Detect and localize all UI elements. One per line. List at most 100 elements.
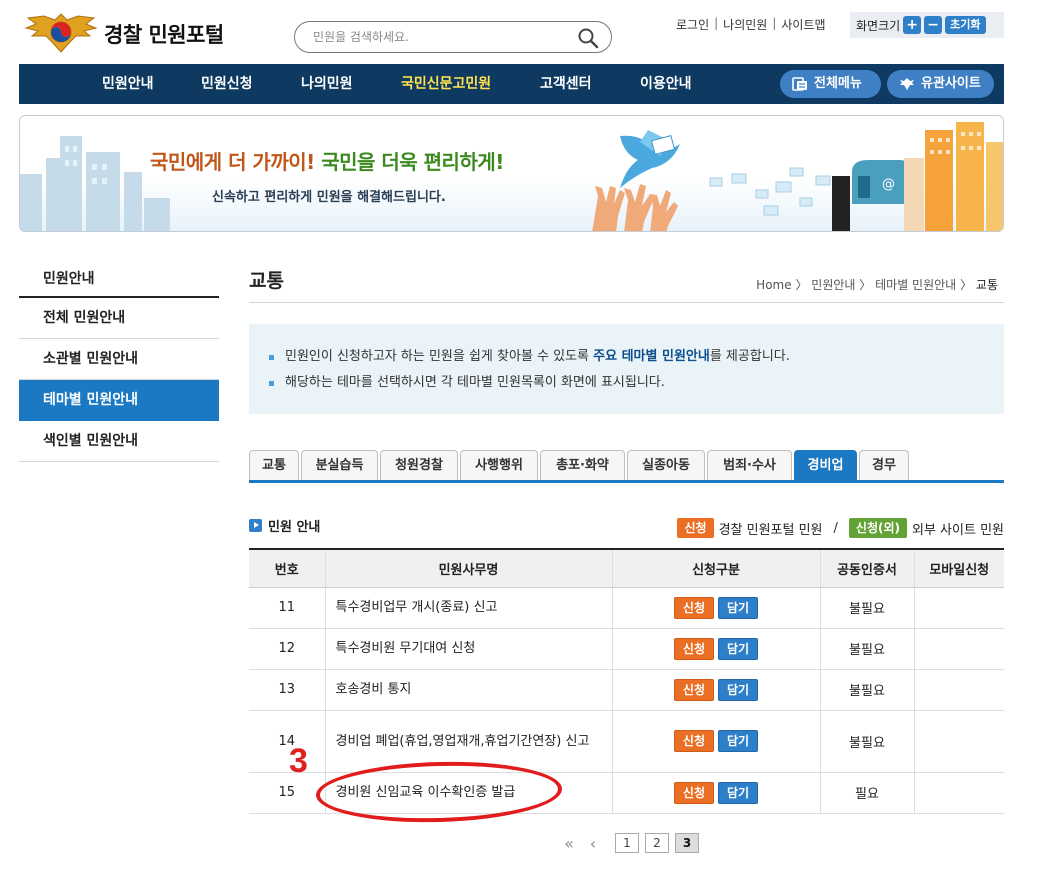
font-increase-button[interactable]: + [903, 16, 922, 34]
table-row: 12 특수경비원 무기대여 신청 신청 담기 불필요 [249, 628, 1004, 670]
info-line: 민원인이 신청하고자 하는 민원을 쉽게 찾아볼 수 있도록 주요 테마별 민원… [269, 344, 1004, 370]
save-button[interactable]: 담기 [718, 781, 759, 804]
breadcrumb-separator: 〉 [960, 278, 973, 292]
sidebar: 민원안내 전체 민원안내 소관별 민원안내 테마별 민원안내 색인별 민원안내 [19, 260, 219, 462]
sidebar-item-all-guide[interactable]: 전체 민원안내 [19, 298, 219, 339]
service-name-link[interactable]: 호송경비 통지 [325, 669, 613, 711]
tab-security-business[interactable]: 경비업 [794, 450, 857, 480]
mobile-cell [914, 710, 1004, 773]
tab-firearms[interactable]: 총포·화약 [540, 450, 625, 480]
sidebar-item-index-guide[interactable]: 색인별 민원안내 [19, 421, 219, 462]
page-1-button[interactable]: 1 [615, 833, 639, 853]
row-number: 13 [249, 669, 326, 711]
col-certificate: 공동인증서 [820, 548, 915, 588]
tab-traffic[interactable]: 교통 [249, 450, 299, 480]
external-apply-text: 외부 사이트 민원 [912, 522, 1004, 538]
site-title: 경찰 민원포털 [104, 23, 224, 47]
table-row: 14 경비업 폐업(휴업,영업재개,휴업기간연장) 신고 신청 담기 불필요 [249, 710, 1004, 773]
font-reset-button[interactable]: 초기화 [945, 16, 986, 34]
nav-item-customer-center[interactable]: 고객센터 [540, 64, 592, 104]
row-number: 12 [249, 628, 326, 670]
my-civil-link[interactable]: 나의민원 [723, 16, 767, 33]
related-sites-label: 유관사이트 [921, 76, 981, 91]
certificate-cell: 필요 [820, 772, 915, 814]
row-number: 14 [249, 710, 326, 773]
save-button[interactable]: 담기 [718, 596, 759, 619]
apply-button[interactable]: 신청 [673, 730, 714, 752]
search-icon[interactable] [577, 27, 599, 49]
certificate-cell: 불필요 [820, 710, 915, 773]
annotation-number: 3 [289, 742, 308, 780]
search-input[interactable] [313, 27, 563, 47]
page-2-button[interactable]: 2 [645, 833, 669, 853]
police-badge-icon [900, 78, 914, 90]
apply-button[interactable]: 신청 [673, 637, 714, 660]
menu-icon [792, 77, 807, 91]
hero-banner: @ 국민에게 더 가까이! 국민을 더욱 편리하게! 신속하고 편리하게 민원을… [19, 115, 1004, 232]
search-box [294, 21, 612, 53]
tab-lost-found[interactable]: 분실습득 [301, 450, 378, 480]
tab-speculative[interactable]: 사행행위 [460, 450, 538, 480]
banner-headline: 국민에게 더 가까이! 국민을 더욱 편리하게! [150, 146, 504, 175]
utility-links: 로그인 | 나의민원 | 사이트맵 [676, 16, 826, 33]
breadcrumb-theme-guide[interactable]: 테마별 민원안내 [875, 278, 956, 292]
font-size-control: 화면크기 + − 초기화 [850, 12, 1004, 38]
sidebar-item-dept-guide[interactable]: 소관별 민원안내 [19, 339, 219, 380]
page-title: 교통 [249, 270, 284, 292]
sidebar-item-theme-guide[interactable]: 테마별 민원안내 [19, 380, 219, 421]
first-page-button[interactable]: « [557, 834, 581, 853]
login-link[interactable]: 로그인 [676, 16, 709, 33]
apply-cell: 신청 담기 [612, 587, 821, 629]
apply-button[interactable]: 신청 [673, 596, 714, 619]
save-button[interactable]: 담기 [718, 730, 759, 752]
save-button[interactable]: 담기 [718, 637, 759, 660]
tab-petition-police[interactable]: 청원경찰 [380, 450, 458, 480]
certificate-cell: 불필요 [820, 669, 915, 711]
font-decrease-button[interactable]: − [924, 16, 943, 34]
service-name-link[interactable]: 특수경비원 무기대여 신청 [325, 628, 613, 670]
col-mobile: 모바일신청 [914, 548, 1004, 588]
nav-item-my-civil[interactable]: 나의민원 [301, 64, 353, 104]
separator: | [714, 16, 719, 30]
apply-cell: 신청 담기 [612, 669, 821, 711]
prev-page-button[interactable]: ‹ [581, 834, 605, 853]
apply-button[interactable]: 신청 [673, 678, 714, 701]
play-icon [249, 519, 262, 532]
nav-item-usage-guide[interactable]: 이용안내 [640, 64, 692, 104]
row-number: 11 [249, 587, 326, 629]
internal-apply-badge: 신청 [677, 518, 714, 538]
certificate-cell: 불필요 [820, 628, 915, 670]
nav-item-sinmungo[interactable]: 국민신문고민원 [401, 64, 491, 104]
tab-police-affairs[interactable]: 경무 [859, 450, 909, 480]
page-3-button[interactable]: 3 [675, 833, 699, 853]
apply-button[interactable]: 신청 [673, 781, 714, 804]
tab-crime-investigation[interactable]: 범죄·수사 [707, 450, 792, 480]
related-sites-button[interactable]: 유관사이트 [887, 70, 994, 98]
banner-subtitle: 신속하고 편리하게 민원을 해결해드립니다. [212, 190, 446, 205]
theme-tabs: 교통 분실습득 청원경찰 사행행위 총포·화약 실종아동 범죄·수사 경비업 경… [249, 450, 1004, 483]
tab-missing-child[interactable]: 실종아동 [627, 450, 705, 480]
row-number: 15 [249, 772, 326, 814]
breadcrumb-civil-guide[interactable]: 민원안내 [811, 278, 855, 292]
mobile-cell [914, 772, 1004, 814]
svg-text:@: @ [882, 177, 895, 192]
nav-item-civil-apply[interactable]: 민원신청 [201, 64, 253, 104]
font-size-label: 화면크기 [856, 18, 901, 33]
external-apply-badge: 신청(외) [848, 518, 907, 538]
banner-headline-part1: 국민에게 더 가까이! [150, 150, 315, 174]
save-button[interactable]: 담기 [718, 678, 759, 701]
mobile-cell [914, 628, 1004, 670]
all-menu-button[interactable]: 전체메뉴 [780, 70, 881, 98]
nav-item-civil-guide[interactable]: 민원안내 [102, 64, 154, 104]
sitemap-link[interactable]: 사이트맵 [781, 16, 825, 33]
service-name-link[interactable]: 특수경비업무 개시(종료) 신고 [325, 587, 613, 629]
breadcrumb-current: 교통 [975, 278, 998, 292]
site-logo[interactable]: 경찰 민원포털 [22, 8, 224, 60]
breadcrumb-separator: 〉 [795, 278, 808, 292]
breadcrumb-home[interactable]: Home [756, 278, 791, 292]
info-highlight: 주요 테마별 민원안내 [593, 349, 710, 364]
mobile-cell [914, 669, 1004, 711]
certificate-cell: 불필요 [820, 587, 915, 629]
table-row: 11 특수경비업무 개시(종료) 신고 신청 담기 불필요 [249, 587, 1004, 629]
police-emblem-icon [24, 13, 98, 53]
